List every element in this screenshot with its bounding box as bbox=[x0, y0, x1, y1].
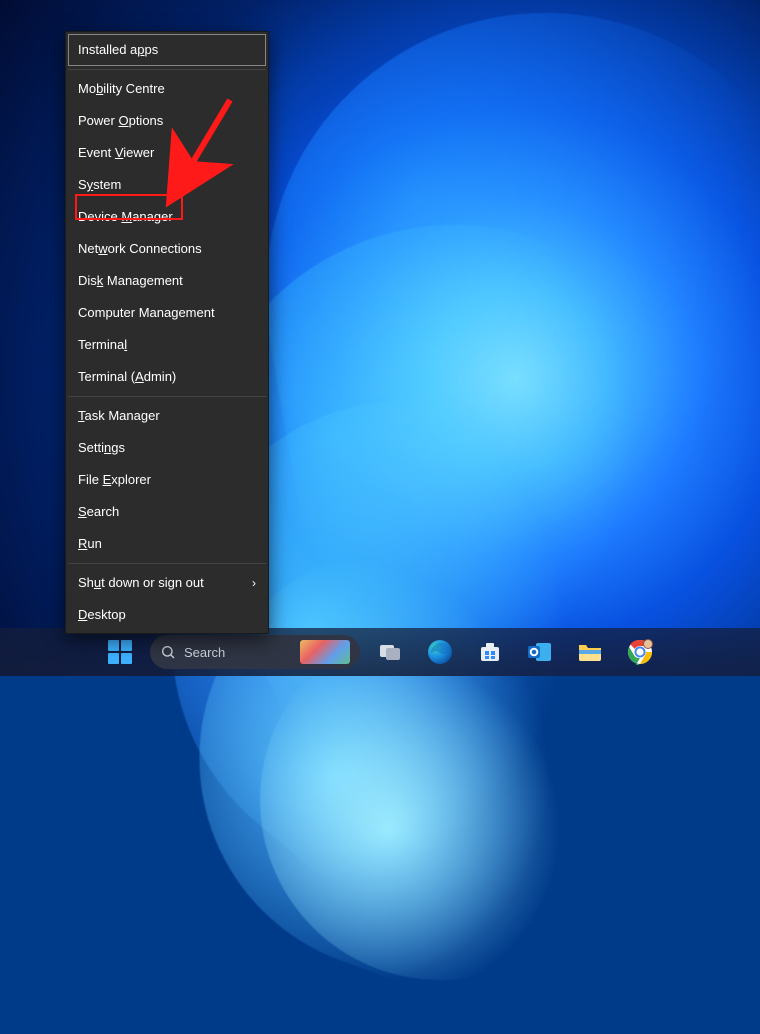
menu-item-desktop[interactable]: Desktop bbox=[68, 599, 266, 631]
outlook-icon bbox=[527, 639, 553, 665]
store-icon bbox=[477, 639, 503, 665]
edge-button[interactable] bbox=[420, 632, 460, 672]
menu-item-terminal-admin[interactable]: Terminal (Admin) bbox=[68, 361, 266, 393]
search-placeholder: Search bbox=[184, 645, 292, 660]
task-view-icon bbox=[377, 639, 403, 665]
menu-item-disk-management[interactable]: Disk Management bbox=[68, 265, 266, 297]
task-view-button[interactable] bbox=[370, 632, 410, 672]
chrome-icon bbox=[627, 639, 653, 665]
file-explorer-icon bbox=[577, 639, 603, 665]
menu-item-device-manager[interactable]: Device Manager bbox=[68, 201, 266, 233]
chevron-right-icon: › bbox=[252, 574, 256, 592]
taskbar-search-box[interactable]: Search bbox=[150, 635, 360, 669]
menu-item-network-connections[interactable]: Network Connections bbox=[68, 233, 266, 265]
taskbar: Search bbox=[0, 628, 760, 676]
menu-item-search[interactable]: Search bbox=[68, 496, 266, 528]
store-button[interactable] bbox=[470, 632, 510, 672]
search-highlights-icon bbox=[300, 640, 350, 664]
menu-item-run[interactable]: Run bbox=[68, 528, 266, 560]
menu-item-event-viewer[interactable]: Event Viewer bbox=[68, 137, 266, 169]
menu-separator bbox=[68, 69, 266, 70]
chrome-button[interactable] bbox=[620, 632, 660, 672]
menu-item-task-manager[interactable]: Task Manager bbox=[68, 400, 266, 432]
menu-separator bbox=[68, 563, 266, 564]
start-button[interactable] bbox=[100, 632, 140, 672]
menu-item-file-explorer[interactable]: File Explorer bbox=[68, 464, 266, 496]
winx-context-menu: Installed apps Mobility CentrePower Optio… bbox=[65, 31, 269, 634]
menu-item-power-options[interactable]: Power Options bbox=[68, 105, 266, 137]
outlook-button[interactable] bbox=[520, 632, 560, 672]
menu-item-settings[interactable]: Settings bbox=[68, 432, 266, 464]
menu-item-installed-apps[interactable]: Installed apps bbox=[68, 34, 266, 66]
file-explorer-button[interactable] bbox=[570, 632, 610, 672]
windows-logo-icon bbox=[108, 640, 132, 664]
menu-item-shut-down-sign-out[interactable]: Shut down or sign out› bbox=[68, 567, 266, 599]
menu-item-mobility-centre[interactable]: Mobility Centre bbox=[68, 73, 266, 105]
menu-item-computer-management[interactable]: Computer Management bbox=[68, 297, 266, 329]
menu-item-system[interactable]: System bbox=[68, 169, 266, 201]
search-icon bbox=[160, 644, 176, 660]
menu-separator bbox=[68, 396, 266, 397]
menu-item-terminal[interactable]: Terminal bbox=[68, 329, 266, 361]
edge-icon bbox=[427, 639, 453, 665]
